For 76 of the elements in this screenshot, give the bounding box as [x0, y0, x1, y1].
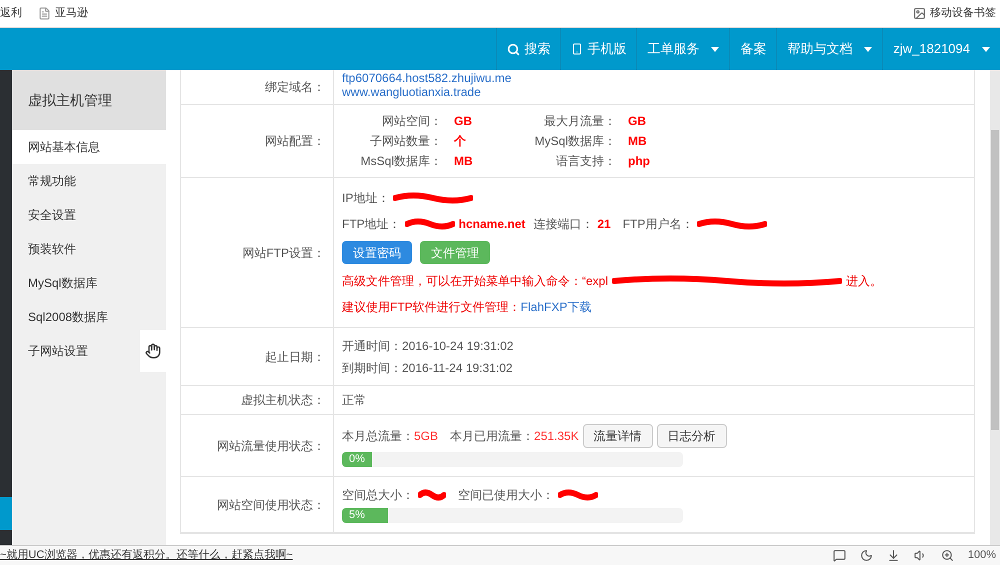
config-value: php — [627, 153, 651, 170]
config-label: MySql数据库： — [534, 133, 616, 150]
search-icon — [507, 42, 520, 56]
bookmark-link[interactable]: 移动设备书签 — [913, 5, 996, 22]
config-value: 个 — [452, 133, 467, 150]
page-icon — [38, 7, 51, 20]
action-button[interactable]: 流量详情 — [582, 424, 653, 448]
sidebar-item[interactable]: 安全设置 — [12, 198, 140, 232]
comment-icon[interactable] — [832, 549, 846, 562]
ip-label: IP地址： — [342, 190, 390, 207]
hint-text: 进入。 — [846, 273, 882, 290]
phone-icon — [571, 43, 584, 55]
field-label: 网站FTP设置： — [242, 244, 325, 262]
ftp-address-label: FTP地址： — [342, 216, 401, 233]
status-text: 正常 — [342, 392, 367, 409]
progress-label: 0% — [342, 452, 372, 467]
download-link[interactable]: FlahFXP下载 — [520, 298, 592, 316]
caret-icon — [864, 46, 872, 52]
sidebar-header: 虚拟主机管理 — [12, 70, 166, 130]
space-used-label: 空间已使用大小： — [458, 487, 554, 504]
caret-icon — [982, 46, 990, 52]
progress-label: 5% — [342, 508, 372, 523]
config-label: 网站空间： — [381, 113, 442, 130]
caret-icon — [711, 46, 720, 52]
config-value: MB — [453, 153, 474, 170]
ftp-address-value: hcname.net — [458, 216, 526, 233]
ftp-user-label: FTP用户名： — [622, 216, 694, 233]
active-marker — [0, 497, 12, 530]
bookmark-link[interactable]: 返利 — [0, 5, 22, 22]
config-value: GB — [627, 113, 647, 130]
redaction-scribble — [418, 489, 446, 501]
config-label: 语言支持： — [555, 153, 616, 170]
config-label: MsSql数据库： — [360, 153, 442, 170]
scrollbar[interactable] — [990, 70, 1000, 545]
redaction-scribble — [697, 218, 768, 230]
ad-link[interactable]: ~就用UC浏览器，优惠还有返积分。还等什么，赶紧点我啊~ — [0, 547, 293, 564]
port-label: 连接端口： — [533, 216, 594, 233]
field-label: 网站配置： — [265, 133, 325, 150]
config-value: MB — [627, 133, 648, 150]
port-value: 21 — [597, 216, 611, 233]
redaction-scribble — [404, 218, 455, 230]
sidebar-item[interactable]: 网站基本信息 — [12, 130, 166, 164]
domain-link[interactable]: ftp6070664.host582.zhujiwu.me — [342, 71, 974, 85]
action-button[interactable]: 设置密码 — [342, 241, 412, 264]
speaker-icon[interactable] — [914, 549, 927, 562]
sidebar-item[interactable]: 预装软件 — [12, 232, 140, 266]
sidebar-item[interactable]: MySql数据库 — [12, 266, 140, 300]
field-label: 起止日期： — [265, 348, 325, 366]
moon-icon[interactable] — [860, 549, 873, 562]
date-text: 到期时间：2016-11-24 19:31:02 — [342, 360, 514, 376]
traffic-total-label: 本月总流量： — [342, 428, 414, 445]
traffic-total-value: 5GB — [414, 428, 438, 445]
field-label: 网站流量使用状态： — [217, 438, 325, 454]
traffic-used-value: 251.35K — [534, 428, 579, 445]
sidebar-item[interactable]: Sql2008数据库 — [12, 300, 140, 334]
field-label: 虚拟主机状态： — [241, 392, 325, 409]
config-label: 最大月流量： — [543, 113, 616, 130]
field-label: 绑定域名： — [265, 79, 325, 96]
download-icon[interactable] — [886, 549, 900, 562]
date-text: 开通时间：2016-10-24 19:31:02 — [342, 338, 514, 354]
traffic-used-label: 本月已用流量： — [450, 428, 534, 445]
config-value: GB — [453, 113, 473, 130]
field-label: 网站空间使用状态： — [217, 496, 325, 514]
redaction-scribble — [558, 489, 598, 501]
hand-icon[interactable] — [140, 330, 166, 372]
config-label: 子网站数量： — [369, 133, 442, 150]
sidebar-item[interactable]: 子网站设置 — [12, 334, 140, 368]
bookmark-link[interactable]: 亚马逊 — [38, 5, 88, 22]
zoom-level: 100% — [968, 548, 996, 564]
hint-text: 高级文件管理，可以在开始菜单中输入命令：“expl — [342, 273, 608, 290]
domain-link[interactable]: www.wangluotianxia.trade — [342, 85, 974, 99]
sidebar-item[interactable]: 常规功能 — [12, 164, 140, 198]
zoom-icon[interactable] — [940, 549, 954, 562]
hint-text: 建议使用FTP软件进行文件管理： — [342, 299, 521, 316]
space-total-label: 空间总大小： — [342, 487, 414, 504]
action-button[interactable]: 日志分析 — [656, 424, 727, 448]
